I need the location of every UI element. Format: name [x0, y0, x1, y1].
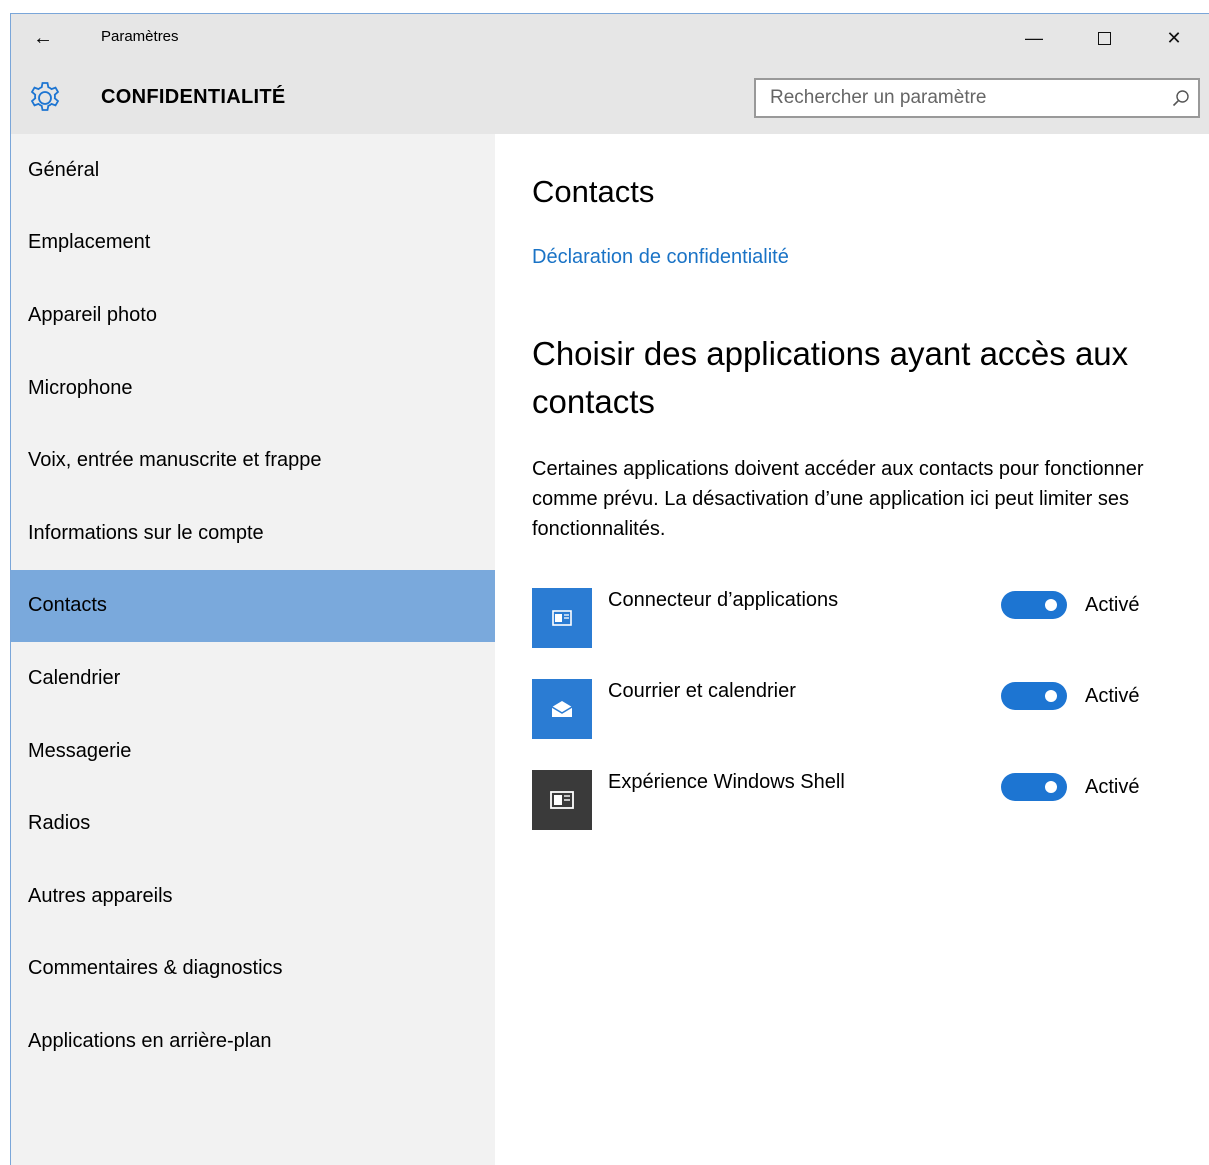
minimize-button[interactable]: —	[999, 14, 1069, 62]
section-description: Certaines applications doivent accéder a…	[532, 458, 1144, 540]
sidebar-item-label: Appareil photo	[28, 303, 157, 326]
gear-icon	[30, 82, 60, 111]
sidebar-item-feedback[interactable]: Commentaires & diagnostics	[11, 933, 495, 1006]
sidebar-item-label: Emplacement	[28, 231, 151, 254]
section-heading: Choisir des applications ayant accès aux…	[532, 335, 1129, 420]
app-row-windows-shell: Expérience Windows Shell Activé	[532, 770, 1192, 830]
sidebar-item-account-info[interactable]: Informations sur le compte	[11, 497, 495, 570]
sidebar-item-contacts[interactable]: Contacts	[11, 569, 495, 643]
search-input[interactable]	[756, 80, 1164, 116]
windows-shell-icon	[532, 770, 592, 830]
search-box[interactable]	[754, 78, 1200, 118]
app-row-mail-calendar: Courrier et calendrier Activé	[532, 679, 1192, 739]
sidebar-item-label: Messagerie	[28, 739, 132, 762]
toggle-knob	[1045, 781, 1057, 793]
sidebar-item-background-apps[interactable]: Applications en arrière-plan	[11, 1005, 495, 1078]
sidebar-item-messaging[interactable]: Messagerie	[11, 715, 495, 788]
app-row-connector: Connecteur d’applications Activé	[532, 588, 1192, 648]
app-name: Courrier et calendrier	[608, 680, 796, 702]
sidebar-item-label: Calendrier	[28, 666, 121, 689]
back-arrow-icon: ←	[33, 26, 53, 49]
close-icon: ✕	[1166, 27, 1182, 48]
page-title: Contacts	[532, 174, 655, 209]
sidebar-item-speech[interactable]: Voix, entrée manuscrite et frappe	[11, 424, 495, 497]
sidebar-item-label: Commentaires & diagnostics	[28, 957, 283, 980]
sidebar-item-label: Microphone	[28, 376, 133, 399]
close-button[interactable]: ✕	[1139, 14, 1209, 62]
toggle-knob	[1045, 690, 1057, 702]
sidebar-nav: Général Emplacement Appareil photo Micro…	[11, 134, 495, 1165]
toggle-switch[interactable]	[1001, 682, 1067, 710]
maximize-button[interactable]	[1069, 14, 1139, 62]
sidebar-item-location[interactable]: Emplacement	[11, 207, 495, 280]
toggle-knob	[1045, 599, 1057, 611]
sidebar-item-general[interactable]: Général	[11, 134, 495, 207]
toggle-state-label: Activé	[1085, 594, 1140, 616]
back-button[interactable]: ←	[23, 22, 63, 54]
sidebar-item-calendar[interactable]: Calendrier	[11, 642, 495, 715]
toggle-state-label: Activé	[1085, 776, 1140, 798]
search-icon[interactable]	[1164, 80, 1198, 116]
toggle-switch[interactable]	[1001, 591, 1067, 619]
sidebar-item-label: Informations sur le compte	[28, 521, 264, 544]
sidebar-item-label: Voix, entrée manuscrite et frappe	[28, 449, 322, 472]
mail-icon	[532, 679, 592, 739]
toggle-state-label: Activé	[1085, 685, 1140, 707]
window-title: Paramètres	[101, 28, 179, 45]
page-header: CONFIDENTIALITÉ	[11, 62, 1209, 134]
sidebar-item-other-devices[interactable]: Autres appareils	[11, 860, 495, 933]
section-title: CONFIDENTIALITÉ	[101, 86, 286, 108]
sidebar-item-label: Autres appareils	[28, 884, 173, 907]
sidebar-item-label: Général	[28, 158, 100, 181]
minimize-icon: —	[1025, 27, 1043, 48]
sidebar-item-label: Applications en arrière-plan	[28, 1029, 272, 1052]
sidebar-item-microphone[interactable]: Microphone	[11, 352, 495, 425]
app-connector-icon	[532, 588, 592, 648]
sidebar-item-radios[interactable]: Radios	[11, 787, 495, 860]
sidebar-item-camera[interactable]: Appareil photo	[11, 279, 495, 352]
maximize-icon	[1097, 31, 1111, 45]
settings-window: ← Paramètres — ✕ CONFIDENTIALITÉ Recherc…	[10, 13, 1209, 1165]
app-name: Connecteur d’applications	[608, 589, 839, 611]
app-name: Expérience Windows Shell	[608, 771, 845, 793]
sidebar-item-label: Contacts	[28, 594, 107, 617]
main-content: Contacts Déclaration de confidentialité …	[495, 134, 1209, 1165]
title-bar: ← Paramètres — ✕	[11, 14, 1209, 62]
privacy-statement-link[interactable]: Déclaration de confidentialité	[532, 246, 789, 269]
sidebar-item-label: Radios	[28, 812, 91, 835]
toggle-switch[interactable]	[1001, 773, 1067, 801]
